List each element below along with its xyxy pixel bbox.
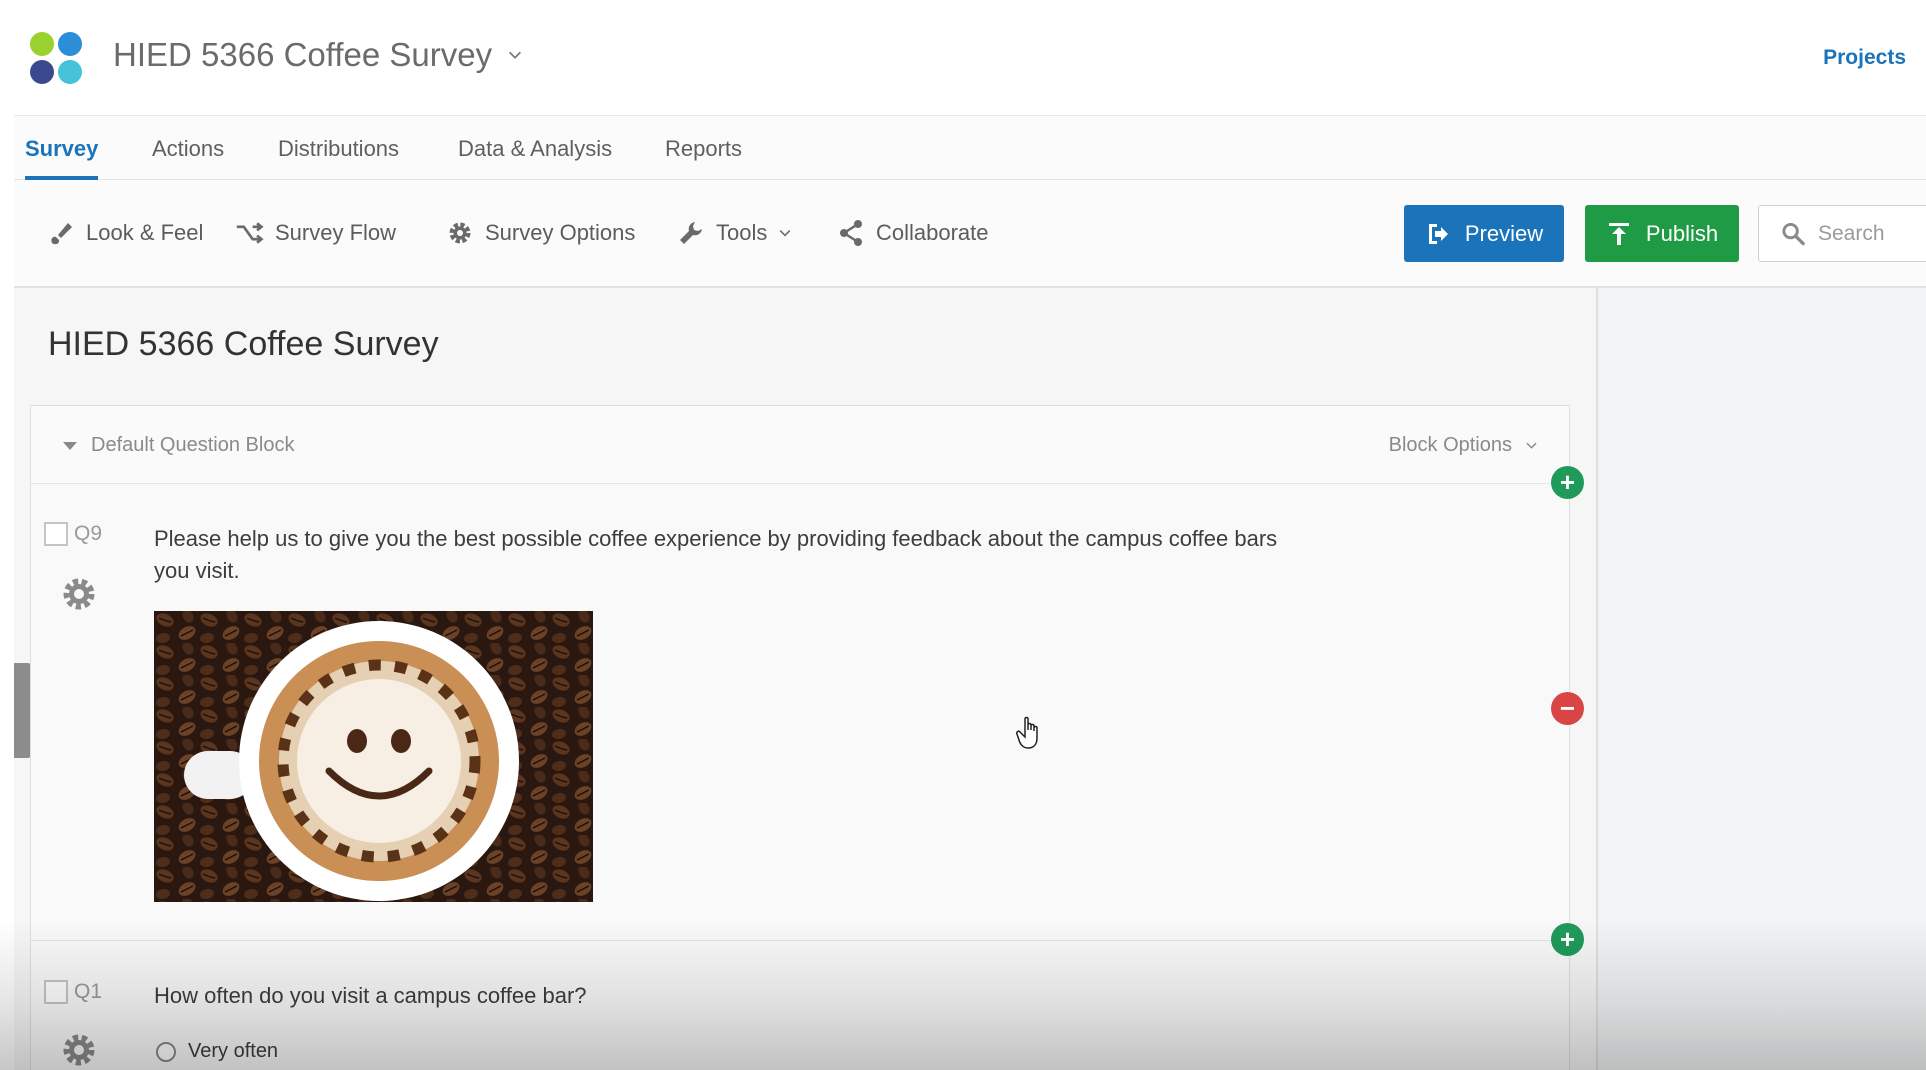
preview-icon — [1428, 223, 1448, 244]
look-feel-button[interactable]: Look & Feel — [46, 218, 203, 248]
gear-icon[interactable] — [59, 574, 99, 614]
question-number-q9: Q9 — [44, 522, 102, 546]
app-logo[interactable] — [30, 32, 86, 88]
logo-dot-4 — [58, 60, 82, 84]
look-feel-label: Look & Feel — [86, 220, 204, 245]
main-tabs: Survey Actions Distributions Data & Anal… — [14, 116, 1926, 180]
question-select-checkbox[interactable] — [44, 522, 68, 546]
question-text[interactable]: Please help us to give you the best poss… — [154, 523, 1284, 587]
page-title[interactable]: HIED 5366 Coffee Survey — [48, 325, 439, 364]
collaborate-button[interactable]: Collaborate — [836, 218, 989, 248]
tab-reports[interactable]: Reports — [665, 136, 742, 180]
right-panel — [1596, 288, 1926, 1070]
add-question-button[interactable]: + — [1551, 923, 1584, 956]
question-select-checkbox[interactable] — [44, 980, 68, 1004]
chevron-down-icon — [1526, 442, 1537, 449]
logo-dot-2 — [58, 32, 82, 56]
block-options-dropdown[interactable]: Block Options — [1389, 434, 1539, 457]
chevron-down-icon — [779, 230, 791, 237]
survey-options-label: Survey Options — [485, 220, 636, 245]
projects-link[interactable]: Projects — [1823, 46, 1906, 70]
question-number-label: Q9 — [74, 522, 103, 545]
survey-name-dropdown[interactable]: HIED 5366 Coffee Survey — [113, 36, 524, 74]
upload-arrow-icon — [1608, 222, 1629, 245]
wrench-icon — [680, 222, 702, 244]
question-number-q1: Q1 — [44, 980, 102, 1004]
gear-icon[interactable] — [59, 1030, 99, 1070]
tab-distributions[interactable]: Distributions — [278, 136, 399, 180]
block-header: Default Question Block Block Options — [31, 406, 1569, 484]
radio-button[interactable] — [156, 1041, 176, 1062]
flow-arrows-icon — [236, 222, 264, 244]
survey-flow-button[interactable]: Survey Flow — [235, 218, 396, 248]
publish-label: Publish — [1645, 220, 1719, 246]
tab-actions[interactable]: Actions — [152, 136, 224, 180]
chevron-down-icon — [509, 51, 522, 59]
collaborate-label: Collaborate — [876, 220, 989, 245]
side-panel-toggle[interactable] — [14, 663, 31, 758]
survey-name-label: HIED 5366 Coffee Survey — [113, 36, 493, 73]
survey-toolbar: Look & Feel Survey Flow Survey Options T… — [14, 180, 1926, 288]
block-name: Default Question Block — [91, 434, 295, 456]
paint-brush-icon — [51, 223, 72, 245]
remove-question-button[interactable]: − — [1551, 692, 1584, 725]
question-number-label: Q1 — [74, 980, 103, 1003]
logo-dot-1 — [30, 32, 54, 56]
preview-button[interactable]: Preview — [1404, 205, 1564, 262]
tools-label: Tools — [716, 220, 768, 245]
tab-survey[interactable]: Survey — [25, 136, 99, 180]
block-options-label: Block Options — [1388, 434, 1512, 456]
publish-button[interactable]: Publish — [1585, 205, 1739, 262]
choice-label: Very often — [188, 1040, 279, 1062]
search-box[interactable] — [1758, 205, 1926, 262]
block-collapse-toggle[interactable]: Default Question Block — [63, 434, 294, 457]
search-input[interactable] — [1818, 221, 1926, 246]
survey-options-button[interactable]: Survey Options — [445, 218, 635, 248]
coffee-latte-image[interactable] — [154, 611, 593, 902]
top-header: HIED 5366 Coffee Survey Projects — [14, 0, 1926, 116]
preview-label: Preview — [1464, 220, 1544, 246]
hand-cursor-icon — [1016, 716, 1038, 749]
tab-data-analysis[interactable]: Data & Analysis — [458, 136, 612, 180]
share-icon — [840, 220, 862, 246]
question-divider — [31, 940, 1569, 941]
gear-icon — [449, 222, 471, 244]
tools-dropdown[interactable]: Tools — [676, 218, 793, 248]
question-text[interactable]: How often do you visit a campus coffee b… — [154, 980, 1154, 1012]
add-question-button[interactable]: + — [1551, 466, 1584, 499]
search-icon — [1782, 222, 1805, 245]
logo-dot-3 — [30, 60, 54, 84]
survey-flow-label: Survey Flow — [275, 220, 397, 245]
choice-option[interactable]: Very often — [156, 1040, 278, 1063]
caret-down-icon — [63, 441, 77, 450]
